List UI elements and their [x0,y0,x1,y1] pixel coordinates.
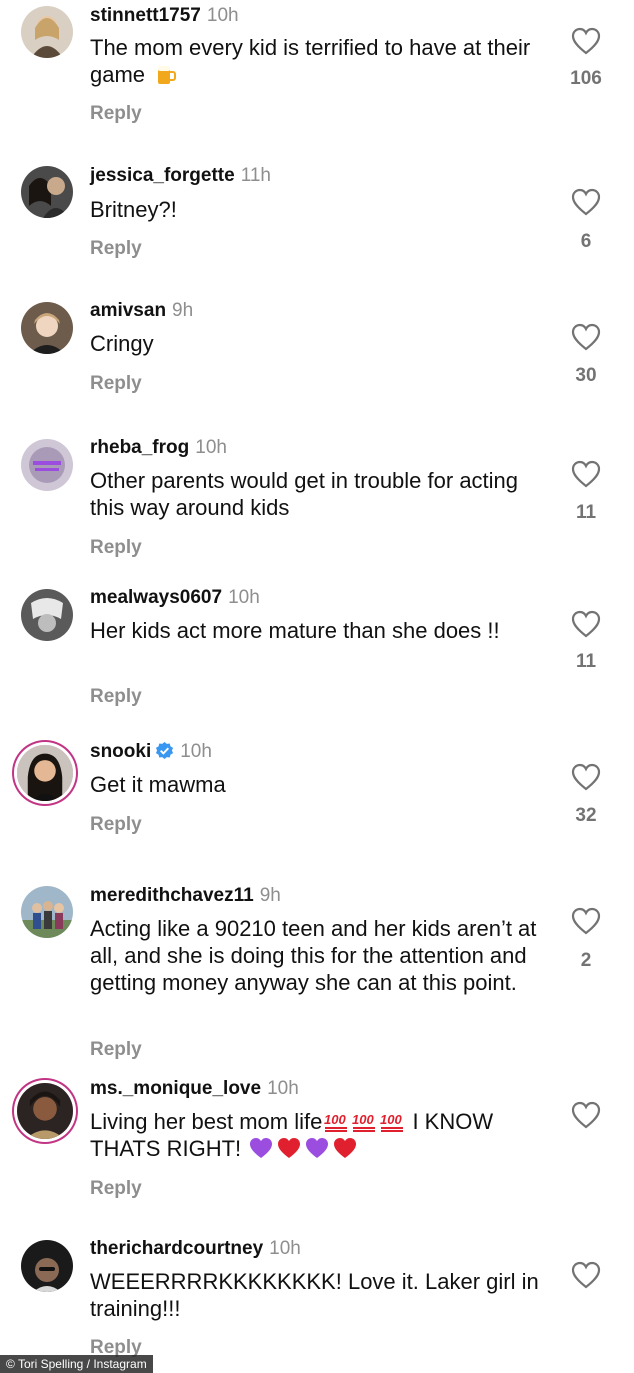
comment-meta: stinnett1757 10h [90,4,239,28]
timestamp: 10h [228,587,260,608]
heart-icon[interactable] [571,460,601,488]
heart-icon[interactable] [571,610,601,638]
svg-text:100: 100 [324,1112,346,1127]
like-count: 30 [575,365,597,386]
avatar[interactable] [21,1240,73,1292]
comment-text: Get it mawma [90,772,226,797]
comment-meta: rheba_frog 10h [90,436,227,460]
username[interactable]: jessica_forgette [90,165,235,186]
username[interactable]: amivsan [90,300,166,321]
like-count: 11 [575,651,597,672]
timestamp: 9h [172,300,194,321]
timestamp: 9h [259,885,281,906]
comment-meta: amivsan 9h [90,299,193,323]
avatar[interactable] [21,886,73,938]
timestamp: 10h [269,1238,301,1259]
reply-button[interactable]: Reply [90,103,142,125]
comment-text: Acting like a 90210 teen and her kids ar… [90,916,537,995]
reply-button[interactable]: Reply [90,686,142,708]
hundred-points-icon: 100 [352,1112,376,1132]
heart-icon[interactable] [571,763,601,791]
username[interactable]: snooki [90,741,151,762]
comment-text: Living her best mom life 100 100 100 I KNOW… [90,1108,550,1162]
svg-text:100: 100 [380,1112,402,1127]
heart-icon[interactable] [571,1101,601,1129]
reply-button[interactable]: Reply [90,238,142,260]
purple-heart-icon [306,1138,329,1158]
timestamp: 10h [206,5,239,26]
reply-button[interactable]: Reply [90,1039,142,1061]
reply-button[interactable]: Reply [90,1178,142,1200]
comment-text: Britney?! [90,197,177,222]
timestamp: 11h [240,165,271,186]
like-count: 6 [580,231,592,252]
username[interactable]: therichardcourtney [90,1238,263,1259]
avatar[interactable] [17,1083,73,1139]
hundred-points-icon: 100 [324,1112,348,1132]
avatar[interactable] [21,6,73,58]
comment-meta: ms._monique_love 10h [90,1077,299,1101]
red-heart-icon [278,1138,301,1158]
avatar[interactable] [21,302,73,354]
timestamp: 10h [180,741,212,762]
heart-icon[interactable] [571,907,601,935]
like-count: 32 [575,805,597,826]
comment-meta: mealways0607 10h [90,586,260,610]
heart-icon[interactable] [571,323,601,351]
purple-heart-icon [250,1138,273,1158]
heart-icon[interactable] [571,27,601,55]
avatar[interactable] [17,745,73,801]
username[interactable]: ms._monique_love [90,1078,261,1099]
hundred-points-icon: 100 [380,1112,404,1132]
comment-text: Cringy [90,331,154,356]
username[interactable]: rheba_frog [90,437,189,458]
like-count: 106 [570,68,602,89]
avatar[interactable] [21,439,73,491]
beer-mug-icon [158,66,177,84]
username[interactable]: mealways0607 [90,587,222,608]
comment-text: Other parents would get in trouble for a… [90,468,519,520]
comment-meta: jessica_forgette 11h [90,164,271,188]
comment-meta: snooki 10h [90,740,212,764]
username[interactable]: meredithchavez11 [90,885,254,906]
timestamp: 10h [267,1078,299,1099]
like-count: 2 [580,950,592,971]
reply-button[interactable]: Reply [90,537,142,559]
reply-button[interactable]: Reply [90,814,142,836]
svg-text:100: 100 [352,1112,374,1127]
comment-meta: meredithchavez11 9h [90,884,281,908]
avatar[interactable] [21,166,73,218]
comment-text: WEEERRRRKKKKKKKK! Love it. Laker girl in… [90,1269,539,1321]
comment-meta: therichardcourtney 10h [90,1237,301,1261]
username[interactable]: stinnett1757 [90,5,201,26]
image-credit: © Tori Spelling / Instagram [0,1355,153,1373]
avatar[interactable] [21,589,73,641]
red-heart-icon [334,1138,357,1158]
like-count: 11 [575,502,597,523]
verified-badge-icon [156,741,174,760]
heart-icon[interactable] [571,1261,601,1289]
comment-text: Her kids act more mature than she does !… [90,618,500,643]
timestamp: 10h [195,437,227,458]
comment-text-content: Living her best mom life [90,1109,323,1134]
comment-text: The mom every kid is terrified to have a… [90,34,550,88]
heart-icon[interactable] [571,188,601,216]
reply-button[interactable]: Reply [90,373,142,395]
